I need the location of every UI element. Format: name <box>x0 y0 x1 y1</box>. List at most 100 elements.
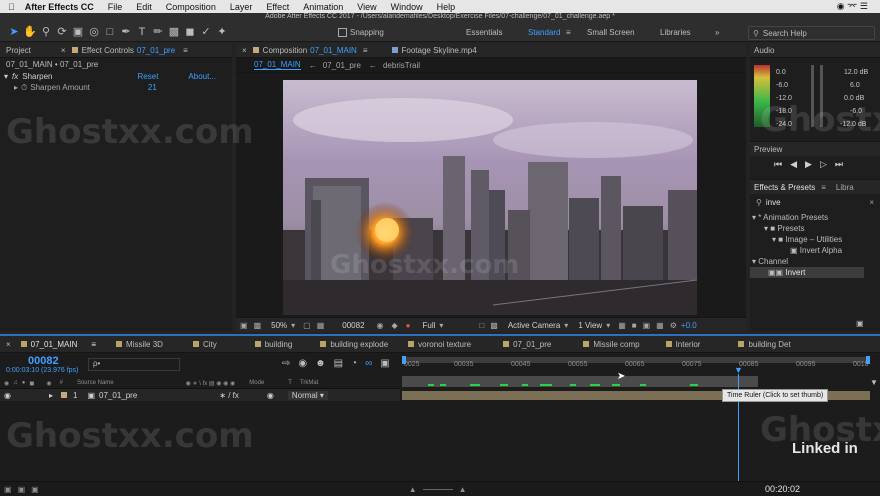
draft-3d-icon[interactable]: ◉ <box>298 358 307 369</box>
layer-search-field[interactable]: ρ• <box>88 358 180 371</box>
camera-dropdown[interactable]: Active Camera <box>508 321 560 330</box>
safe-zones-icon[interactable]: ▢ <box>303 321 311 330</box>
show-snapshot-icon[interactable]: ◆ <box>392 321 398 330</box>
tab-project[interactable]: Project <box>6 46 31 55</box>
pen-tool-icon[interactable]: ✒ <box>118 25 134 38</box>
tab-effect-controls[interactable]: Effect Controls <box>82 46 134 55</box>
tree-invert[interactable]: ▣▣ Invert <box>750 267 864 278</box>
toggle-pixel-icon[interactable]: ▦ <box>618 321 626 330</box>
timeline-tab-building-explode[interactable]: building explode <box>310 337 398 351</box>
audio-icon[interactable]: ♫ <box>13 380 18 386</box>
pan-behind-icon[interactable]: ◎ <box>86 25 102 38</box>
continuous-raster-icon[interactable]: ◉ <box>267 391 274 400</box>
tab-footage[interactable]: Footage Skyline.mp4 <box>402 46 477 55</box>
workspace-overflow-icon[interactable]: » <box>715 28 719 37</box>
clone-stamp-icon[interactable]: ▩ <box>166 25 182 38</box>
last-frame-icon[interactable]: ⏭ <box>835 159 843 170</box>
tab-composition[interactable]: Composition <box>263 46 307 55</box>
expand-param-icon[interactable]: ▸ <box>14 83 18 92</box>
stopwatch-icon[interactable]: ⏱ <box>21 83 27 93</box>
timeline-tab-pre[interactable]: 07_01_pre <box>493 337 561 351</box>
checkbox-icon[interactable] <box>338 28 347 37</box>
zoom-tool-icon[interactable]: ⚲ <box>38 25 54 38</box>
toggle-modes-icon[interactable]: ▣ <box>18 485 26 494</box>
graph-editor-icon[interactable]: ∞ <box>365 358 372 369</box>
monitor-icon[interactable]: ▩ <box>254 321 262 330</box>
comp-flowchart-icon[interactable]: ⇨ <box>282 358 290 369</box>
expand-effect-icon[interactable]: ▾ <box>4 72 8 81</box>
label-icon[interactable]: ◉ <box>46 380 51 387</box>
frame-blending-icon[interactable]: ▤ <box>334 358 343 369</box>
zoom-in-icon[interactable]: ▲ <box>459 485 467 494</box>
tab-close-icon[interactable]: × <box>242 46 247 55</box>
about-link[interactable]: About... <box>188 72 216 81</box>
menu-help[interactable]: Help <box>437 2 456 12</box>
brush-tool-icon[interactable]: ✏ <box>150 25 166 38</box>
chevron-down-icon[interactable]: ▾ <box>291 321 295 330</box>
menu-file[interactable]: File <box>108 2 123 12</box>
tree-animation-presets[interactable]: ▾ * Animation Presets <box>750 212 880 223</box>
menu-animation[interactable]: Animation <box>303 2 343 12</box>
exposure-value[interactable]: +0.0 <box>681 321 697 330</box>
new-bin-icon[interactable]: ▣ <box>856 319 864 328</box>
play-icon[interactable]: ▶ <box>805 159 812 170</box>
snapping-toggle[interactable]: Snapping <box>338 28 384 37</box>
panel-menu-icon[interactable]: ≡ <box>821 183 826 192</box>
puppet-tool-icon[interactable]: ✦ <box>214 25 230 38</box>
layer-mode-dropdown[interactable]: Normal ▾ <box>287 390 328 400</box>
next-frame-icon[interactable]: ▷ <box>820 159 827 170</box>
workspace-menu-icon[interactable]: ≡ <box>566 28 571 37</box>
menu-composition[interactable]: Composition <box>166 2 216 12</box>
comp-marker-icon[interactable]: ▼ <box>870 378 878 387</box>
chart-icon[interactable]: ▣ <box>380 358 389 369</box>
layer-row[interactable]: ◉ ▸ 1 ▣ 07_01_pre ∗ / fx ◉ Normal ▾ <box>0 389 400 401</box>
roto-brush-icon[interactable]: ✓ <box>198 25 214 38</box>
layer-name[interactable]: 07_01_pre <box>99 391 137 400</box>
timeline-tab-building[interactable]: building <box>245 337 303 351</box>
label-color-swatch[interactable] <box>61 392 67 398</box>
expand-layer-icon[interactable]: ▸ <box>49 391 53 400</box>
effects-search-value[interactable]: inve <box>766 198 781 207</box>
chevron-down-icon[interactable]: ▾ <box>439 321 443 330</box>
zoom-dropdown[interactable]: 50% <box>271 321 287 330</box>
menu-view[interactable]: View <box>357 2 376 12</box>
timeline-icon[interactable]: ▣ <box>643 321 651 330</box>
menu-window[interactable]: Window <box>391 2 423 12</box>
param-value[interactable]: 21 <box>148 83 157 92</box>
transparency-grid-icon[interactable]: ▩ <box>490 321 498 330</box>
timeline-timecode[interactable]: 00082 <box>28 355 59 367</box>
search-help-field[interactable]: ⚲ Search Help <box>748 26 875 40</box>
always-preview-icon[interactable]: ▣ <box>240 321 248 330</box>
menu-layer[interactable]: Layer <box>230 2 253 12</box>
work-area-bar[interactable] <box>402 376 758 387</box>
shy-icon[interactable]: ☻ <box>315 358 326 369</box>
crumb-debris[interactable]: debrisTrail <box>383 61 420 70</box>
workspace-essentials[interactable]: Essentials <box>466 28 502 37</box>
rectangle-tool-icon[interactable]: □ <box>102 26 118 38</box>
motion-blur-icon[interactable]: ◔ <box>351 358 357 369</box>
workspace-standard[interactable]: Standard <box>528 28 560 37</box>
comp-tab-name[interactable]: 07_01_MAIN <box>310 46 357 55</box>
rotate-tool-icon[interactable]: ⟳ <box>54 25 70 38</box>
panel-menu-icon[interactable]: ≡ <box>183 46 188 55</box>
chevron-down-icon[interactable]: ▾ <box>606 321 610 330</box>
fast-preview-icon[interactable]: ■ <box>632 321 637 330</box>
type-tool-icon[interactable]: T <box>134 26 150 38</box>
prev-frame-icon[interactable]: ◀ <box>790 159 797 170</box>
chevron-down-icon[interactable]: ▾ <box>564 321 568 330</box>
toggle-timing-icon[interactable]: ▣ <box>31 485 39 494</box>
channel-icon[interactable]: ● <box>406 321 411 330</box>
tab-effects-presets[interactable]: Effects & Presets <box>754 183 815 192</box>
lock-icon[interactable]: ◼ <box>29 380 34 387</box>
clear-search-icon[interactable]: × <box>869 198 874 207</box>
workspace-libraries[interactable]: Libraries <box>660 28 691 37</box>
tree-presets[interactable]: ▾ ■ Presets <box>750 223 880 234</box>
snapshot-icon[interactable]: ◉ <box>377 321 384 330</box>
fx-icon[interactable]: fx <box>12 72 18 81</box>
timeline-tab-missile-3d[interactable]: Missile 3D <box>106 337 173 351</box>
menu-effect[interactable]: Effect <box>266 2 289 12</box>
tab-libraries[interactable]: Libra <box>836 183 854 192</box>
tree-channel[interactable]: ▾ Channel <box>750 256 880 267</box>
selection-tool-icon[interactable]: ➤ <box>6 25 22 38</box>
timeline-tab-missile-comp[interactable]: Missile comp <box>573 337 649 351</box>
